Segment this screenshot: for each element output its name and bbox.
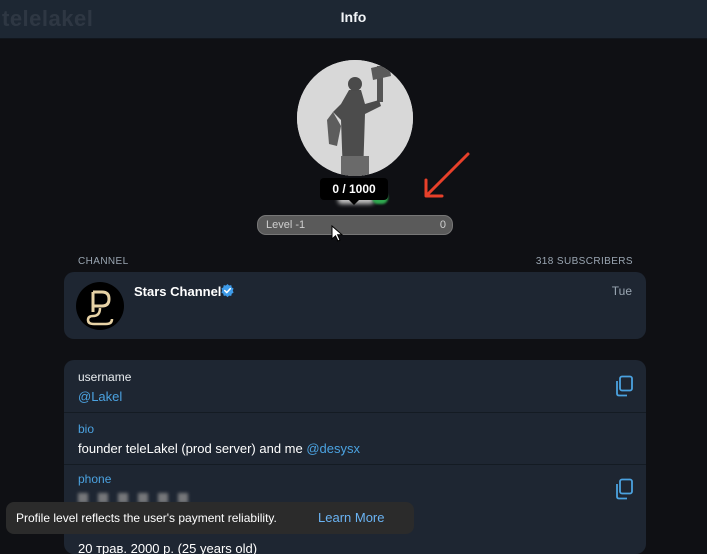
level-progress-tooltip: 0 / 1000 (320, 178, 388, 205)
window-header: telelakel Info (0, 0, 707, 39)
channel-logo (76, 282, 124, 330)
learn-more-link[interactable]: Learn More (318, 510, 384, 525)
channel-last-post-time: Tue (611, 284, 632, 298)
toast-text: Profile level reflects the user's paymen… (16, 511, 277, 525)
birthday-value: 20 трав. 2000 р. (25 years old) (78, 541, 258, 554)
channel-logo-icon (86, 290, 114, 326)
level-label: Level -1 (266, 219, 306, 231)
username-label: username (78, 370, 132, 384)
phone-row[interactable]: phone (78, 472, 111, 486)
bio-value: founder teleLakel (prod server) and me @… (78, 441, 360, 456)
level-progress-bar[interactable]: Level -1 0 (257, 215, 453, 235)
divider (64, 412, 646, 413)
copy-phone-icon[interactable] (614, 478, 634, 500)
username-value[interactable]: @Lakel (78, 389, 131, 404)
bio-mention-link[interactable]: @desysx (306, 441, 360, 456)
birthday-row: 20 трав. 2000 р. (25 years old) (78, 541, 257, 554)
channel-name: Stars Channel (134, 284, 222, 299)
toast-notification: Profile level reflects the user's paymen… (6, 502, 414, 534)
bio-text: founder teleLakel (prod server) and me (78, 441, 307, 456)
subscriber-count: 318 SUBSCRIBERS (535, 256, 633, 267)
page-title: Info (340, 9, 367, 25)
verified-badge-icon (221, 283, 234, 298)
profile-avatar[interactable] (297, 60, 413, 176)
level-value: 0 (439, 219, 446, 231)
statue-image (297, 60, 413, 176)
channel-card[interactable]: Stars Channel Tue (64, 272, 646, 339)
divider (64, 464, 646, 465)
bio-row: bio founder teleLakel (prod server) and … (78, 422, 360, 456)
mouse-cursor-icon (331, 225, 344, 242)
section-label-channel: CHANNEL (78, 256, 129, 267)
copy-username-icon[interactable] (614, 375, 634, 397)
red-arrow-annotation (424, 152, 470, 198)
phone-label: phone (78, 472, 112, 486)
bio-label: bio (78, 422, 95, 436)
username-row[interactable]: username @Lakel (78, 370, 131, 404)
